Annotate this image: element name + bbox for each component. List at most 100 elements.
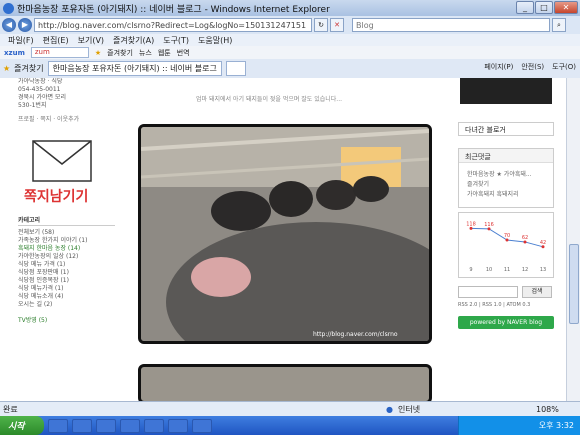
zum-logo[interactable]: xzum [4,49,25,57]
category-item[interactable]: 오시는 길 (2) [18,301,115,309]
category-item[interactable]: TV방영 (5) [18,317,115,325]
window-title: 한마음농장 포유자돈 (아기돼지) :: 네이버 블로그 - Windows I… [17,4,330,15]
toolbar-news[interactable]: 뉴스 [139,48,152,58]
taskbar-button[interactable] [72,418,92,433]
scrollbar-thumb[interactable] [569,244,579,324]
comments-box: 최근댓글 한마음농장 ★ 가야흑돼... 즐겨찾기 가야흑돼지 흑돼지리 [458,148,554,208]
new-tab-button[interactable] [225,61,246,76]
profile-line: 530-1번지 [18,102,47,109]
category-item[interactable]: 전체보기 (58) [18,229,115,237]
neighbor-title[interactable]: 다녀간 블로거 [459,123,553,135]
tab-active[interactable]: 한마음농장 포유자돈 (아기돼지) :: 네이버 블로그 [47,61,222,76]
favorites-star-icon[interactable]: ★ [3,64,10,73]
visitor-day-label: 12 [522,267,528,273]
left-sidebar: 가야낙농장 · 식당 054-435-0011 경북시 가야면 모리 530-1… [18,78,115,401]
minimize-button[interactable]: _ [516,1,534,14]
status-zone: 인터넷 [398,404,421,414]
rss-links[interactable]: RSS 2.0 | RSS 1.0 | ATOM 0.3 [458,302,530,308]
visitor-chart: 118 9 116 10 70 11 62 12 42 13 [466,221,546,273]
comment-item[interactable]: 즐겨찾기 [467,179,489,188]
comments-title: 최근댓글 [459,149,553,163]
url-field[interactable]: http://blog.naver.com/clsrno?Redirect=Lo… [34,18,312,32]
forward-button[interactable]: ▶ [18,18,32,32]
taskbar-button[interactable] [120,418,140,433]
search-icon[interactable]: ⌕ [552,18,566,32]
post-photo-2 [138,364,432,401]
taskbar-button[interactable] [144,418,164,433]
safety-menu[interactable]: 안전(S) [521,62,544,72]
clock[interactable]: 오후 3:32 [539,420,574,431]
powered-badge[interactable]: powered by NAVER blog [458,316,554,329]
menu-tools[interactable]: 도구(T) [163,35,189,46]
menu-bar: 파일(F) 편집(E) 보기(V) 즐겨찾기(A) 도구(T) 도움말(H) [0,34,580,46]
stop-icon[interactable]: ✕ [330,18,344,32]
profile-links[interactable]: 프로필 · 쪽지 · 이웃추가 [18,116,115,124]
taskbar: 시작 오후 3:32 [0,416,580,435]
menu-file[interactable]: 파일(F) [8,35,34,46]
piglets-image [141,127,429,341]
toolbar-cartoon[interactable]: 웹툰 [158,48,171,58]
zoom-level[interactable]: 108% [536,405,559,414]
neighbor-box: 다녀간 블로거 [458,122,554,136]
visitor-day-label: 11 [504,267,510,273]
post-caption: 엄마 돼지에서 아기 돼지들이 젖을 먹으며 잘도 있습니다... [196,96,343,103]
menu-edit[interactable]: 편집(E) [43,35,69,46]
back-button[interactable]: ◀ [2,18,16,32]
visitor-day-label: 13 [540,267,546,273]
taskbar-button[interactable] [48,418,68,433]
menu-help[interactable]: 도움말(H) [198,35,232,46]
maximize-button[interactable]: □ [535,1,553,14]
comment-item[interactable]: 가야흑돼지 흑돼지리 [467,189,519,198]
taskbar-button[interactable] [96,418,116,433]
command-bar: 페이지(P) 안전(S) 도구(O) [484,62,576,72]
ie-icon [3,2,14,14]
title-bar: 한마음농장 포유자돈 (아기돼지) :: 네이버 블로그 - Windows I… [0,0,580,16]
search-input[interactable]: Blog [352,18,550,32]
status-bar: 완료 ● 인터넷 108% [0,401,580,416]
status-text: 완료 [3,404,18,414]
menu-favorites[interactable]: 즐겨찾기(A) [113,35,154,46]
profile-line: 경북시 가야면 모리 [18,94,66,101]
menu-view[interactable]: 보기(V) [78,35,104,46]
category-item[interactable]: 식당점 포장판매 (1) [18,269,115,277]
blog-search: 검색 [458,286,554,298]
category-item[interactable]: 식당 메뉴 가격 (1) [18,261,115,269]
category-item[interactable]: 식당 메뉴가격 (1) [18,285,115,293]
blog-search-input[interactable] [458,286,518,298]
visitor-day-label: 10 [486,267,492,273]
profile-line: 054-435-0011 [18,86,61,93]
toolbar-translate[interactable]: 번역 [177,48,190,58]
toolbar-favorites[interactable]: 즐겨찾기 [107,48,133,58]
tools-menu[interactable]: 도구(O) [552,62,576,72]
post-photo: http://blog.naver.com/clsrno [138,124,432,344]
category-title: 카테고리 [18,217,115,226]
message-label[interactable]: 쪽지남기기 [24,189,115,205]
right-banner [460,78,552,104]
blog-search-button[interactable]: 검색 [522,286,552,298]
address-bar: ◀ ▶ http://blog.naver.com/clsrno?Redirec… [0,16,580,34]
category-item[interactable]: 흑돼지 한마음 농장 (14) [18,245,115,253]
vertical-scrollbar[interactable] [566,78,580,401]
category-item[interactable]: 식당점 인증목장 (1) [18,277,115,285]
visitor-value: 70 [504,233,510,239]
envelope-icon[interactable] [32,140,92,182]
visitor-value: 116 [484,222,494,228]
visitor-value: 42 [540,240,546,246]
category-item[interactable]: 가야한농장의 일상 (12) [18,253,115,261]
favorites-button[interactable]: 즐겨찾기 [14,63,43,74]
taskbar-button[interactable] [192,418,212,433]
visitor-value: 62 [522,235,528,241]
page-content: 가야낙농장 · 식당 054-435-0011 경북시 가야면 모리 530-1… [0,78,566,401]
globe-icon: ● [386,404,393,414]
addon-toolbar: xzum zum ★ 즐겨찾기 뉴스 웹툰 번역 [0,46,580,59]
category-item[interactable]: 식당 메뉴소개 (4) [18,293,115,301]
close-button[interactable]: ✕ [554,1,578,14]
refresh-icon[interactable]: ↻ [314,18,328,32]
category-item[interactable]: 가족농장 한가지 이야기 (1) [18,237,115,245]
start-button[interactable]: 시작 [0,416,44,435]
toolbar-search-input[interactable]: zum [30,47,89,58]
taskbar-button[interactable] [168,418,188,433]
comment-item[interactable]: 한마음농장 ★ 가야흑돼... [467,169,532,178]
profile-line: 가야낙농장 · 식당 [18,78,63,85]
page-menu[interactable]: 페이지(P) [484,62,513,72]
